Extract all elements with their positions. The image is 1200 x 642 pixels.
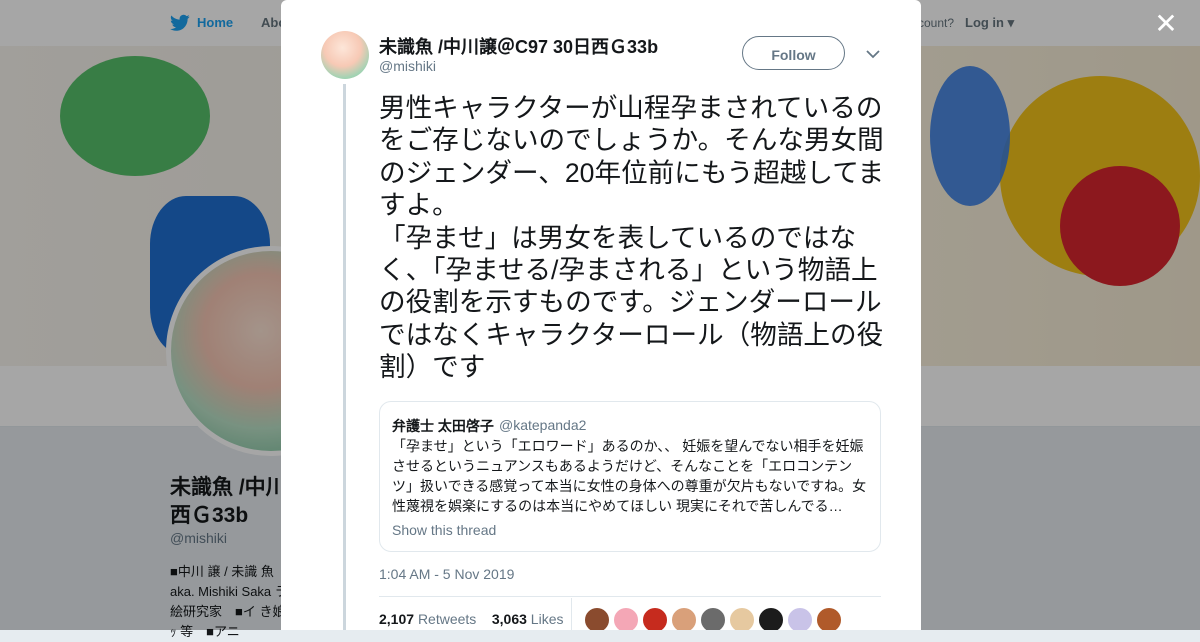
quoted-author-handle: @katepanda2 [499,417,587,433]
follow-button[interactable]: Follow [742,36,845,70]
liker-avatar[interactable] [700,607,726,630]
thread-line [343,84,346,630]
author-handle[interactable]: @mishiki [379,58,436,74]
liker-avatar[interactable] [729,607,755,630]
likes-stat[interactable]: 3,063 Likes [492,611,564,627]
show-thread-link[interactable]: Show this thread [392,522,496,538]
retweets-stat[interactable]: 2,107 Retweets [379,611,476,627]
stats-divider [379,596,881,597]
quoted-tweet[interactable]: 弁護士 太田啓子 @katepanda2 「孕ませ」という「エロワード」あるのか… [379,401,881,552]
liker-avatar[interactable] [613,607,639,630]
retweets-count: 2,107 [379,611,415,627]
stats-separator [571,598,572,630]
tweet-stats: 2,107 Retweets 3,063 Likes [379,611,563,627]
liker-avatar[interactable] [584,607,610,630]
likes-label: Likes [530,611,564,627]
retweets-label: Retweets [417,611,477,627]
close-icon[interactable]: ✕ [1152,10,1180,38]
quoted-author-name: 弁護士 太田啓子 [392,418,494,434]
author-name[interactable]: 未識魚 /中川譲＠C97 30日西Ｇ33b [379,33,658,59]
liker-avatar[interactable] [671,607,697,630]
tweet-text: 男性キャラクターが山程孕まされているのをご存じないのでしょうか。そんな男女間のジ… [379,93,885,383]
author-avatar[interactable] [321,31,369,79]
chevron-down-icon[interactable] [865,46,881,62]
liker-avatar[interactable] [758,607,784,630]
quoted-tweet-text: 「孕ませ」という「エロワード」あるのか、、 妊娠を望んでない相手を妊娠させるとい… [392,438,867,514]
liker-avatar[interactable] [816,607,842,630]
liker-avatar[interactable] [642,607,668,630]
likes-count: 3,063 [491,611,527,627]
tweet-timestamp[interactable]: 1:04 AM - 5 Nov 2019 [379,566,514,582]
liker-avatar[interactable] [787,607,813,630]
tweet-modal: 未識魚 /中川譲＠C97 30日西Ｇ33b @mishiki Follow 男性… [281,0,921,630]
